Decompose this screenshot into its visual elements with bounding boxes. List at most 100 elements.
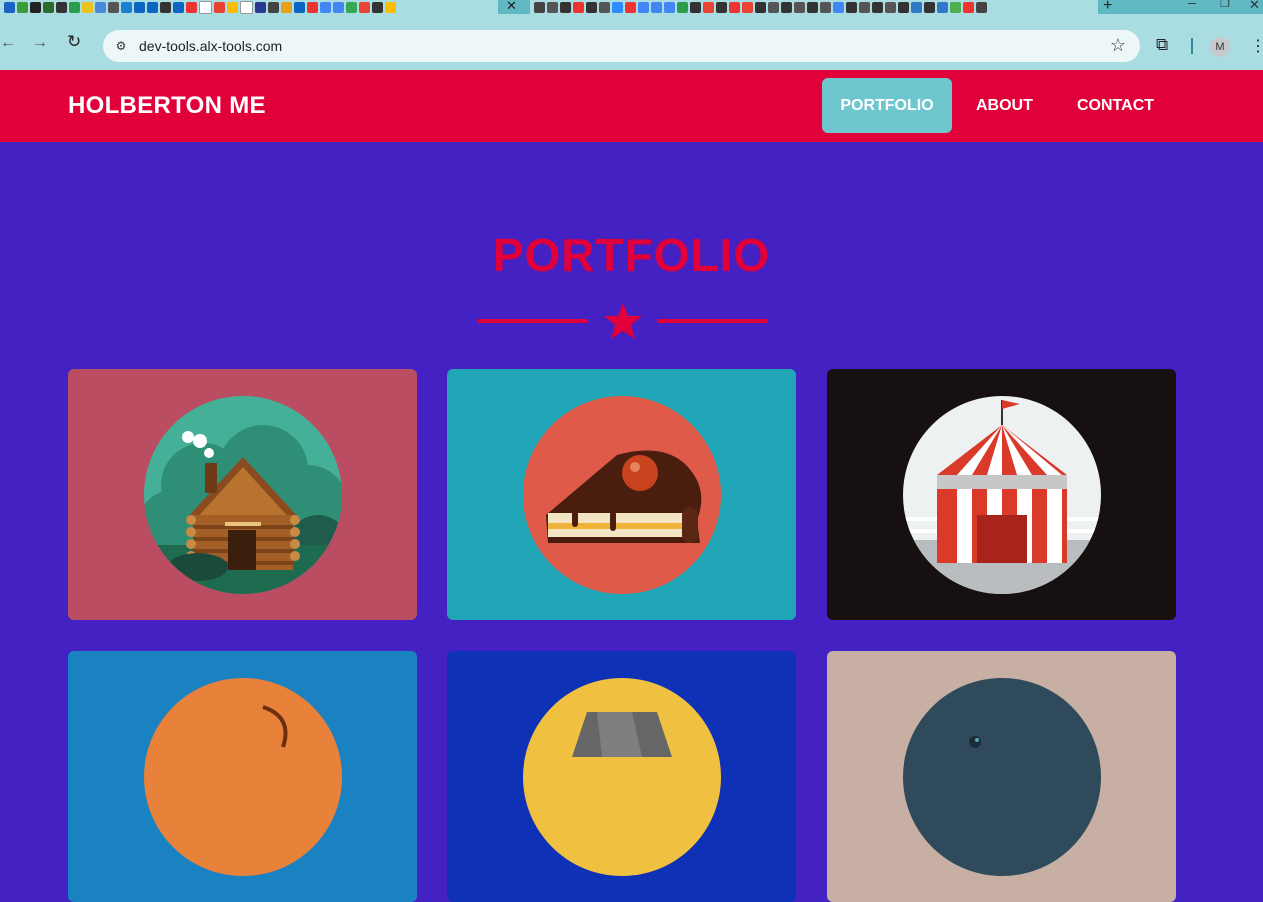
tab-favicon[interactable] (240, 0, 253, 14)
tab-favicon[interactable] (17, 1, 28, 13)
tab-favicon[interactable] (255, 1, 266, 13)
url-text[interactable]: dev-tools.alx-tools.com (139, 38, 282, 54)
divider-line-left (477, 319, 588, 323)
tab-favicon[interactable] (859, 1, 870, 13)
portfolio-item-circus[interactable] (827, 369, 1176, 620)
tab-favicon[interactable] (359, 1, 370, 13)
tab-favicon[interactable] (755, 1, 766, 13)
tab-favicon[interactable] (186, 1, 197, 13)
tab-favicon[interactable] (134, 1, 145, 13)
tab-favicon[interactable] (950, 1, 961, 13)
tab-favicon[interactable] (307, 1, 318, 13)
window-close-icon[interactable]: ✕ (1249, 0, 1260, 13)
extensions-icon[interactable]: ⧉ (1156, 35, 1168, 55)
tab-favicon[interactable] (82, 1, 93, 13)
game-controller-icon (144, 678, 342, 876)
tab-favicon[interactable] (677, 1, 688, 13)
tab-favicon[interactable] (173, 1, 184, 13)
tab-favicon[interactable] (534, 1, 545, 13)
tab-favicon[interactable] (976, 1, 987, 13)
nav-about[interactable]: ABOUT (960, 78, 1049, 133)
tab-favicon[interactable] (4, 1, 15, 13)
divider-line-right (657, 319, 768, 323)
tab-favicon[interactable] (268, 1, 279, 13)
tab-favicon[interactable] (651, 1, 662, 13)
tab-favicon[interactable] (199, 0, 212, 14)
tab-favicon[interactable] (346, 1, 357, 13)
submarine-icon (903, 678, 1101, 876)
site-brand[interactable]: HOLBERTON ME (68, 92, 266, 120)
tab-favicon[interactable] (95, 1, 106, 13)
tab-favicon[interactable] (227, 1, 238, 13)
tab-favicon[interactable] (833, 1, 844, 13)
safe-icon (523, 678, 721, 876)
tab-favicon[interactable] (599, 1, 610, 13)
minimize-icon[interactable]: ‒ (1188, 0, 1196, 10)
tab-favicon[interactable] (69, 1, 80, 13)
tab-favicon[interactable] (320, 1, 331, 13)
tab-favicon[interactable] (937, 1, 948, 13)
reload-icon[interactable]: ↻ (67, 32, 81, 52)
address-bar[interactable]: ⚙ dev-tools.alx-tools.com ☆ (103, 30, 1140, 62)
tab-favicon[interactable] (56, 1, 67, 13)
tab-favicon[interactable] (664, 1, 675, 13)
new-tab-plus-icon[interactable]: + (1103, 0, 1112, 14)
tab-favicon[interactable] (372, 1, 383, 13)
portfolio-item-game[interactable] (68, 651, 417, 902)
tab-group-left[interactable] (0, 0, 498, 14)
tab-favicon[interactable] (385, 1, 396, 13)
tab-favicon[interactable] (108, 1, 119, 13)
portfolio-item-submarine[interactable] (827, 651, 1176, 902)
tab-favicon[interactable] (781, 1, 792, 13)
tab-favicon[interactable] (586, 1, 597, 13)
tab-favicon[interactable] (638, 1, 649, 13)
bookmark-star-icon[interactable]: ☆ (1110, 35, 1126, 56)
tab-favicon[interactable] (281, 1, 292, 13)
tab-favicon[interactable] (885, 1, 896, 13)
portfolio-item-safe[interactable] (447, 651, 796, 902)
tab-favicon[interactable] (872, 1, 883, 13)
nav-contact[interactable]: CONTACT (1061, 78, 1170, 133)
tab-favicon[interactable] (703, 1, 714, 13)
tab-favicon[interactable] (147, 1, 158, 13)
tab-favicon[interactable] (573, 1, 584, 13)
menu-icon[interactable]: ⋮ (1250, 36, 1263, 56)
tab-favicon[interactable] (121, 1, 132, 13)
tab-favicon[interactable] (43, 1, 54, 13)
tab-favicon[interactable] (729, 1, 740, 13)
tab-favicon[interactable] (294, 1, 305, 13)
tab-favicon[interactable] (924, 1, 935, 13)
restore-icon[interactable]: ❐ (1220, 0, 1230, 10)
site-info-icon[interactable]: ⚙ (113, 38, 129, 54)
tab-favicon[interactable] (963, 1, 974, 13)
tab-favicon[interactable] (547, 1, 558, 13)
tab-favicon[interactable] (820, 1, 831, 13)
tab-favicon[interactable] (160, 1, 171, 13)
site-header: HOLBERTON ME PORTFOLIO ABOUT CONTACT (0, 70, 1263, 142)
forward-icon[interactable]: → (32, 34, 48, 52)
tab-group-right[interactable] (530, 0, 1098, 14)
portfolio-item-cake[interactable] (447, 369, 796, 620)
tab-favicon[interactable] (625, 1, 636, 13)
back-icon[interactable]: ← (0, 34, 16, 52)
profile-avatar[interactable]: M (1210, 37, 1230, 57)
tab-favicon[interactable] (898, 1, 909, 13)
tab-favicon[interactable] (911, 1, 922, 13)
nav-portfolio[interactable]: PORTFOLIO (822, 78, 952, 133)
tab-favicon[interactable] (742, 1, 753, 13)
tab-favicon[interactable] (716, 1, 727, 13)
tab-favicon[interactable] (846, 1, 857, 13)
tab-favicon[interactable] (333, 1, 344, 13)
tab-favicon[interactable] (690, 1, 701, 13)
tab-favicon[interactable] (560, 1, 571, 13)
tab-favicon[interactable] (807, 1, 818, 13)
tab-close-icon[interactable]: ✕ (506, 0, 517, 14)
tab-favicon[interactable] (768, 1, 779, 13)
portfolio-item-cabin[interactable] (68, 369, 417, 620)
tab-favicon[interactable] (794, 1, 805, 13)
cabin-icon (144, 396, 342, 594)
tab-favicon[interactable] (214, 1, 225, 13)
tab-favicon[interactable] (30, 1, 41, 13)
tab-favicon[interactable] (612, 1, 623, 13)
toolbar-divider (1191, 38, 1193, 54)
